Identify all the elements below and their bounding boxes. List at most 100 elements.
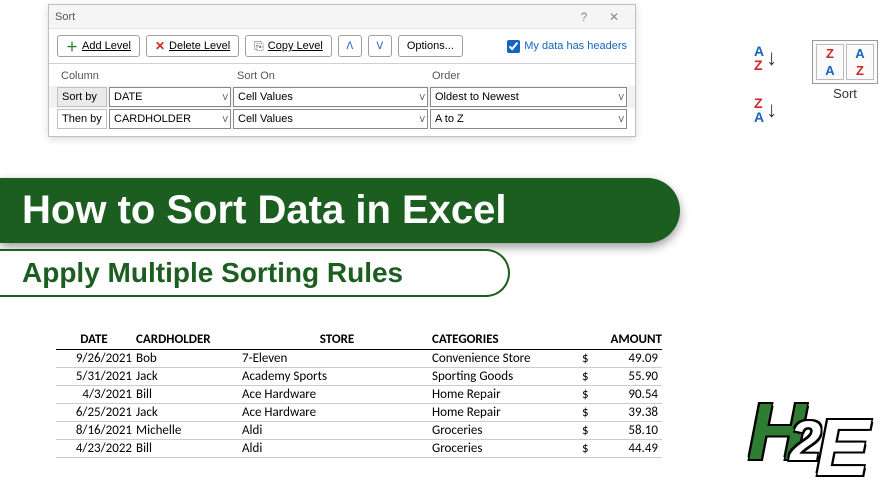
sorton-combo-0[interactable]: Cell Valuesᐯ	[233, 87, 428, 107]
cell-amt[interactable]: $90.54	[582, 386, 662, 404]
row-label-1: Then by	[57, 109, 107, 129]
cell-cat[interactable]: Home Repair	[432, 386, 582, 404]
cell-amt[interactable]: $55.90	[582, 368, 662, 386]
cell-holder[interactable]: Michelle	[136, 422, 242, 440]
plus-icon: ＋	[66, 38, 78, 55]
delete-level-label: Delete Level	[169, 40, 230, 52]
help-button[interactable]: ?	[569, 7, 599, 27]
header-sorton: Sort On	[233, 70, 428, 82]
chevron-down-icon: ᐯ	[223, 115, 228, 124]
cell-amt[interactable]: $39.38	[582, 404, 662, 422]
cell-date[interactable]: 4/23/2022	[56, 440, 136, 458]
sort-big-icon: ZA AZ	[812, 40, 878, 84]
delete-level-button[interactable]: ✕ Delete Level	[146, 35, 239, 57]
sort-grid: Column Sort On Order Sort by DATEᐯ Cell …	[49, 64, 635, 136]
col-amount[interactable]: AMOUNT	[582, 330, 662, 350]
close-button[interactable]: ✕	[599, 7, 629, 27]
chevron-down-icon: ᐯ	[619, 115, 624, 124]
sort-dialog: Sort ? ✕ ＋ Add Level ✕ Delete Level ⎘ Co…	[48, 4, 636, 137]
cell-cat[interactable]: Groceries	[432, 440, 582, 458]
sort-ascending-button[interactable]: AZ ↓	[754, 40, 792, 76]
cell-cat[interactable]: Sporting Goods	[432, 368, 582, 386]
banner-title: How to Sort Data in Excel	[0, 178, 680, 243]
table-row[interactable]: 6/25/2021JackAce HardwareHome Repair$39.…	[56, 404, 662, 422]
table-row[interactable]: 8/16/2021MichelleAldiGroceries$58.10	[56, 422, 662, 440]
za-letters-icon: ZA	[754, 96, 764, 124]
move-up-button[interactable]: ᐱ	[338, 35, 362, 57]
headers-checkbox[interactable]	[507, 40, 520, 53]
move-down-button[interactable]: ᐯ	[368, 35, 392, 57]
copy-level-button[interactable]: ⎘ Copy Level	[245, 35, 332, 57]
x-icon: ✕	[155, 39, 165, 53]
order-combo-1[interactable]: A to Zᐯ	[430, 109, 627, 129]
table-row[interactable]: 4/23/2022BillAldiGroceries$44.49	[56, 440, 662, 458]
cell-holder[interactable]: Bob	[136, 350, 242, 368]
copy-icon: ⎘	[254, 39, 264, 54]
cell-store[interactable]: Academy Sports	[242, 368, 432, 386]
cell-amt[interactable]: $58.10	[582, 422, 662, 440]
chevron-down-icon: ᐯ	[619, 93, 624, 102]
chevron-down-icon: ᐯ	[376, 41, 383, 52]
cell-amt[interactable]: $44.49	[582, 440, 662, 458]
copy-level-label: Copy Level	[268, 40, 323, 52]
cell-store[interactable]: Ace Hardware	[242, 386, 432, 404]
cell-holder[interactable]: Jack	[136, 368, 242, 386]
ribbon-sort-icons: AZ ↓ ZA ↓ ZA AZ Sort	[754, 40, 880, 128]
cell-date[interactable]: 5/31/2021	[56, 368, 136, 386]
down-arrow-icon: ↓	[766, 97, 777, 123]
cell-cat[interactable]: Groceries	[432, 422, 582, 440]
banner-subtitle: Apply Multiple Sorting Rules	[0, 249, 510, 297]
cell-store[interactable]: Aldi	[242, 422, 432, 440]
table-row[interactable]: 5/31/2021JackAcademy SportsSporting Good…	[56, 368, 662, 386]
down-arrow-icon: ↓	[766, 45, 777, 71]
sort-label: Sort	[833, 86, 857, 101]
cell-amt[interactable]: $49.09	[582, 350, 662, 368]
sorton-combo-1[interactable]: Cell Valuesᐯ	[233, 109, 428, 129]
col-store[interactable]: STORE	[242, 330, 432, 350]
chevron-down-icon: ᐯ	[420, 93, 425, 102]
column-combo-1[interactable]: CARDHOLDERᐯ	[109, 109, 231, 129]
col-cardholder[interactable]: CARDHOLDER	[136, 330, 242, 350]
cell-holder[interactable]: Bill	[136, 440, 242, 458]
az-letters-icon: AZ	[754, 44, 764, 72]
h2e-logo: H 2 E	[748, 394, 878, 494]
sort-row-0[interactable]: Sort by DATEᐯ Cell Valuesᐯ Oldest to New…	[49, 86, 635, 108]
dialog-titlebar: Sort ? ✕	[49, 5, 635, 29]
cell-store[interactable]: Aldi	[242, 440, 432, 458]
col-date[interactable]: DATE	[56, 330, 136, 350]
grid-headers: Column Sort On Order	[49, 68, 635, 86]
title-banner: How to Sort Data in Excel Apply Multiple…	[0, 178, 680, 297]
chevron-down-icon: ᐯ	[223, 93, 228, 102]
cell-date[interactable]: 4/3/2021	[56, 386, 136, 404]
chevron-up-icon: ᐱ	[346, 41, 353, 52]
sort-descending-button[interactable]: ZA ↓	[754, 92, 792, 128]
titlebar-controls: ? ✕	[569, 7, 629, 27]
table-row[interactable]: 4/3/2021BillAce HardwareHome Repair$90.5…	[56, 386, 662, 404]
cell-store[interactable]: 7-Eleven	[242, 350, 432, 368]
dialog-title: Sort	[55, 11, 75, 23]
sort-row-1[interactable]: Then by CARDHOLDERᐯ Cell Valuesᐯ A to Zᐯ	[49, 108, 635, 130]
cell-date[interactable]: 9/26/2021	[56, 350, 136, 368]
header-column: Column	[57, 70, 233, 82]
table-row[interactable]: 9/26/2021Bob7-ElevenConvenience Store$49…	[56, 350, 662, 368]
headers-checkbox-label: My data has headers	[524, 40, 627, 52]
order-combo-0[interactable]: Oldest to Newestᐯ	[430, 87, 627, 107]
cell-cat[interactable]: Home Repair	[432, 404, 582, 422]
add-level-label: Add Level	[82, 40, 131, 52]
dialog-toolbar: ＋ Add Level ✕ Delete Level ⎘ Copy Level …	[49, 29, 635, 64]
data-table: DATE CARDHOLDER STORE CATEGORIES AMOUNT …	[56, 330, 662, 458]
chevron-down-icon: ᐯ	[420, 115, 425, 124]
col-categories[interactable]: CATEGORIES	[432, 330, 582, 350]
column-combo-0[interactable]: DATEᐯ	[109, 87, 231, 107]
cell-holder[interactable]: Jack	[136, 404, 242, 422]
add-level-button[interactable]: ＋ Add Level	[57, 35, 140, 57]
options-button[interactable]: Options...	[398, 35, 463, 57]
sort-custom-button[interactable]: ZA AZ Sort	[810, 40, 880, 101]
cell-date[interactable]: 6/25/2021	[56, 404, 136, 422]
cell-date[interactable]: 8/16/2021	[56, 422, 136, 440]
cell-store[interactable]: Ace Hardware	[242, 404, 432, 422]
cell-cat[interactable]: Convenience Store	[432, 350, 582, 368]
cell-holder[interactable]: Bill	[136, 386, 242, 404]
headers-checkbox-wrap[interactable]: My data has headers	[507, 40, 627, 53]
table-header-row: DATE CARDHOLDER STORE CATEGORIES AMOUNT	[56, 330, 662, 350]
